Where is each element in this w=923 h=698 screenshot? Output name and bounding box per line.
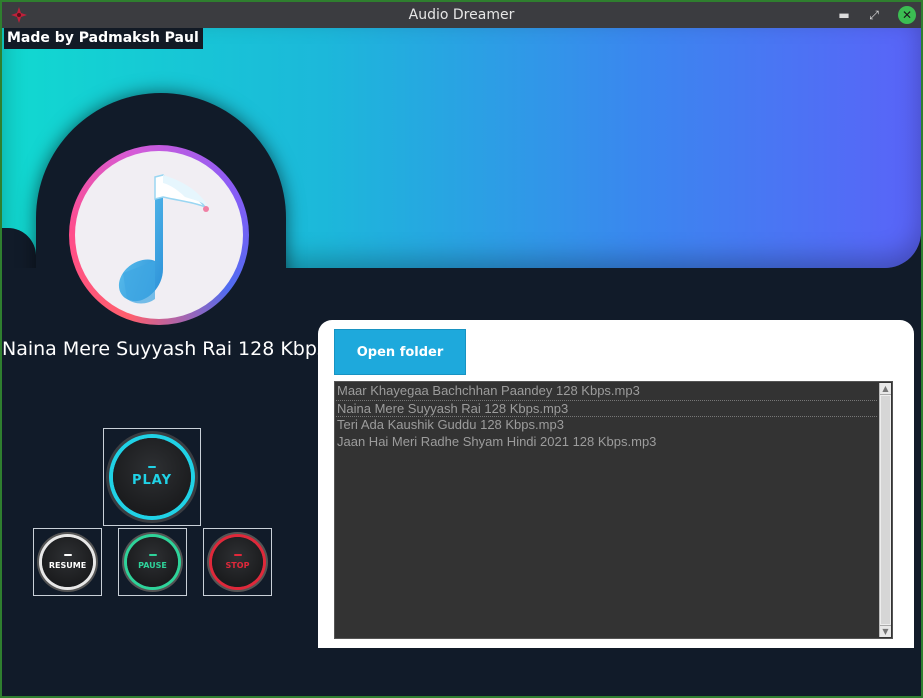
playlist-item[interactable]: Teri Ada Kaushik Guddu 128 Kbps.mp3: [336, 417, 877, 434]
song-list[interactable]: Maar Khayegaa Bachchhan Paandey 128 Kbps…: [336, 383, 877, 637]
stop-knob[interactable]: STOP: [212, 537, 263, 587]
scroll-up-icon[interactable]: ▲: [880, 383, 891, 395]
playlist-listbox[interactable]: Maar Khayegaa Bachchhan Paandey 128 Kbps…: [334, 381, 893, 639]
window-title: Audio Dreamer: [408, 7, 515, 23]
resume-knob[interactable]: RESUME: [42, 537, 93, 587]
scroll-thumb[interactable]: [881, 396, 890, 624]
open-folder-button[interactable]: Open folder: [334, 329, 466, 375]
album-art-logo: [69, 145, 249, 325]
pause-button[interactable]: PAUSE: [118, 528, 187, 596]
close-button[interactable]: ✕: [898, 6, 916, 24]
music-note-icon: [118, 174, 209, 304]
playlist-item[interactable]: Jaan Hai Meri Radhe Shyam Hindi 2021 128…: [336, 434, 877, 451]
credit-label: Made by Padmaksh Paul: [4, 28, 203, 49]
playlist-panel: Open folder Maar Khayegaa Bachchhan Paan…: [318, 320, 914, 648]
pause-knob[interactable]: PAUSE: [127, 537, 178, 587]
app-window: Audio Dreamer ▬ ⤢ ✕ Made by Padmaksh Pau…: [0, 0, 923, 698]
resume-button[interactable]: RESUME: [33, 528, 102, 596]
scroll-down-icon[interactable]: ▼: [880, 625, 891, 637]
stop-indicator: [233, 554, 242, 556]
now-playing-title: Naina Mere Suyyash Rai 128 Kbps: [2, 338, 327, 360]
stop-button[interactable]: STOP: [203, 528, 272, 596]
playlist-item[interactable]: Naina Mere Suyyash Rai 128 Kbps.mp3: [336, 400, 877, 417]
main-content: Made by Padmaksh Paul Naina Mere Suyyash…: [2, 28, 921, 696]
minimize-button[interactable]: ▬: [836, 7, 852, 23]
logo-disc: [75, 151, 243, 319]
maximize-button[interactable]: ⤢: [866, 7, 882, 23]
resume-indicator: [63, 554, 72, 556]
stop-label: STOP: [225, 561, 250, 570]
play-label: PLAY: [131, 473, 173, 488]
play-button[interactable]: PLAY: [103, 428, 201, 526]
pause-label: PAUSE: [138, 561, 167, 570]
playlist-scrollbar[interactable]: ▲ ▼: [879, 383, 891, 637]
play-indicator: [148, 466, 156, 468]
pause-indicator: [148, 554, 157, 556]
playlist-item[interactable]: Maar Khayegaa Bachchhan Paandey 128 Kbps…: [336, 383, 877, 400]
title-bar[interactable]: Audio Dreamer ▬ ⤢ ✕: [2, 2, 921, 28]
resume-label: RESUME: [48, 561, 87, 570]
play-knob[interactable]: PLAY: [113, 438, 191, 516]
